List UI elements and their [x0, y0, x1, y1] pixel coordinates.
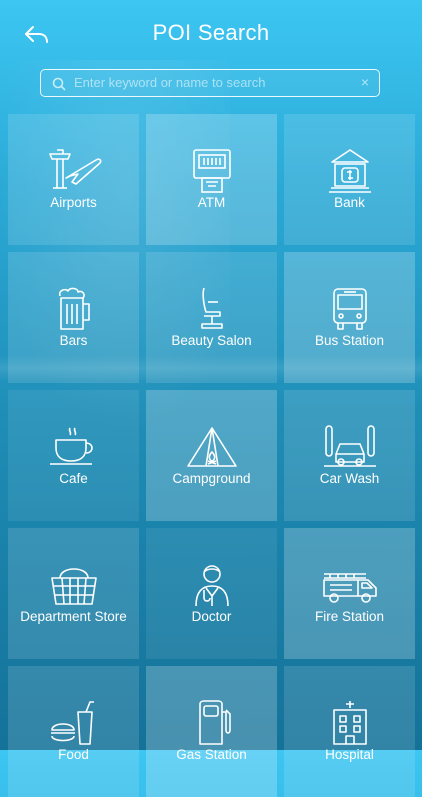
category-label: Bank [334, 195, 365, 210]
category-tile-hospital[interactable]: Hospital [284, 666, 415, 797]
page-title: POI Search [152, 20, 270, 45]
shopping-basket-icon [50, 568, 97, 605]
search-bar: × [40, 69, 380, 97]
category-tile-campground[interactable]: Campground [146, 390, 277, 521]
category-label: Campground [172, 471, 251, 486]
category-label: Car Wash [319, 471, 380, 486]
doctor-icon [194, 565, 229, 607]
category-tile-doctor[interactable]: Doctor [146, 528, 277, 659]
header: POI Search [0, 0, 422, 66]
category-tile-car-wash[interactable]: Car Wash [284, 390, 415, 521]
category-label: Bus Station [314, 333, 385, 348]
coffee-cup-icon [49, 427, 93, 465]
bus-icon [332, 288, 367, 330]
category-tile-beauty-salon[interactable]: Beauty Salon [146, 252, 277, 383]
category-label: Doctor [191, 609, 232, 624]
clear-search-button[interactable]: × [361, 74, 369, 90]
search-input[interactable] [74, 70, 344, 95]
fire-truck-icon [322, 573, 377, 603]
category-tile-gas-station[interactable]: Gas Station [146, 666, 277, 797]
tent-icon [186, 427, 237, 467]
category-tile-cafe[interactable]: Cafe [8, 390, 139, 521]
category-tile-department-store[interactable]: Department Store [8, 528, 139, 659]
category-label: Hospital [325, 747, 374, 762]
category-label: Airports [50, 195, 97, 210]
category-label: Food [58, 747, 89, 762]
category-label: Beauty Salon [171, 333, 252, 348]
hospital-icon [332, 701, 367, 745]
category-tile-bank[interactable]: Bank [284, 114, 415, 245]
category-tile-food[interactable]: Food [8, 666, 139, 797]
car-wash-icon [323, 425, 376, 467]
category-tile-atm[interactable]: ATM [146, 114, 277, 245]
gas-pump-icon [198, 700, 231, 745]
food-icon [50, 701, 94, 745]
category-label: Fire Station [314, 609, 385, 624]
category-grid: Airports ATM Bank Bars Beauty Salon Bus … [8, 114, 416, 797]
search-icon [52, 77, 66, 91]
category-tile-bus-station[interactable]: Bus Station [284, 252, 415, 383]
category-tile-airports[interactable]: Airports [8, 114, 139, 245]
bank-icon [328, 149, 371, 193]
category-label: Department Store [20, 609, 127, 624]
category-label: ATM [197, 195, 226, 210]
category-tile-bars[interactable]: Bars [8, 252, 139, 383]
salon-chair-icon [200, 287, 223, 329]
category-label: Bars [59, 333, 88, 348]
beer-mug-icon [58, 287, 90, 330]
atm-icon [192, 149, 231, 193]
category-label: Cafe [59, 471, 88, 486]
category-label: Gas Station [176, 747, 247, 762]
category-tile-fire-station[interactable]: Fire Station [284, 528, 415, 659]
airport-icon [48, 149, 101, 189]
